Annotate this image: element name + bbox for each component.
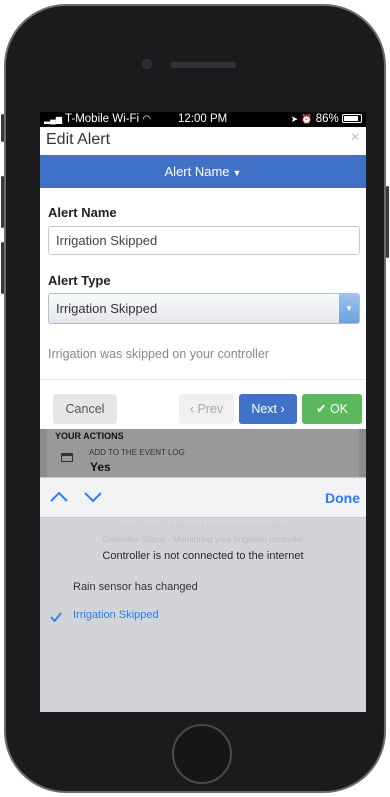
alert-name-input[interactable]: Irrigation Skipped: [48, 226, 360, 255]
alert-name-dropdown[interactable]: Alert Name ▼: [40, 155, 366, 188]
done-button[interactable]: Done: [325, 490, 360, 506]
status-right: ➤ ⏰ 86%: [291, 113, 362, 125]
picker-item-selected[interactable]: Irrigation Skipped: [73, 609, 159, 621]
carrier-indicator: ▂▄▆ T-Mobile Wi-Fi ◠: [44, 113, 151, 125]
mute-switch: [1, 114, 4, 142]
carrier-label: T-Mobile Wi-Fi: [64, 113, 140, 125]
front-camera: [142, 59, 152, 69]
battery-percent: 86%: [315, 113, 339, 125]
select-arrow-icon: ▼: [339, 294, 359, 323]
power-button: [386, 186, 389, 258]
caret-down-icon: ▼: [232, 168, 242, 178]
picker-item[interactable]: Rain sensor has changed: [73, 581, 198, 593]
alert-type-label: Alert Type: [48, 273, 111, 288]
signal-icon: ▂▄▆: [44, 115, 62, 124]
status-bar: ▂▄▆ T-Mobile Wi-Fi ◠ 12:00 PM ➤ ⏰ 86%: [40, 112, 366, 127]
volume-down-button: [1, 242, 4, 294]
home-button[interactable]: [172, 724, 232, 784]
picker-item[interactable]: Controller Status - Monitoring your irri…: [40, 534, 366, 544]
picker-item[interactable]: Controller is not connected to the inter…: [40, 550, 366, 562]
alert-name-dropdown-label: Alert Name: [164, 164, 230, 179]
wifi-icon: ◠: [142, 114, 152, 125]
alert-type-value: Irrigation Skipped: [56, 301, 158, 316]
alert-name-label: Alert Name: [48, 205, 117, 220]
screen: ▂▄▆ T-Mobile Wi-Fi ◠ 12:00 PM ➤ ⏰ 86% Ed…: [40, 112, 366, 712]
alert-description: Irrigation was skipped on your controlle…: [48, 347, 269, 361]
chevron-down-icon[interactable]: [82, 486, 104, 508]
alarm-icon: ⏰: [301, 114, 313, 124]
volume-up-button: [1, 176, 4, 228]
actions-title: YOUR ACTIONS: [55, 431, 124, 441]
actions-card: YOUR ACTIONS ADD TO THE EVENT LOG Yes: [47, 429, 359, 477]
event-log-label: ADD TO THE EVENT LOG: [89, 448, 185, 457]
picker-item[interactable]: Flow Sensor - Abnormal Flow on your cont…: [40, 522, 366, 531]
status-time: 12:00 PM: [178, 113, 228, 125]
checkmark-icon: [50, 612, 62, 623]
close-icon[interactable]: ×: [351, 129, 360, 147]
prev-button[interactable]: ‹ Prev: [179, 394, 234, 424]
earpiece-speaker: [170, 62, 236, 68]
ok-button[interactable]: ✔ OK: [302, 394, 362, 424]
edit-alert-modal: Edit Alert × Alert Name ▼ Alert Name Irri…: [40, 127, 366, 429]
modal-footer: Cancel ‹ Prev Next › ✔ OK: [40, 379, 366, 429]
battery-icon: [342, 114, 362, 123]
alert-type-select[interactable]: Irrigation Skipped ▼: [48, 293, 360, 324]
event-log-value: Yes: [90, 460, 111, 474]
actions-section: YOUR ACTIONS ADD TO THE EVENT LOG Yes: [40, 429, 366, 477]
cancel-button[interactable]: Cancel: [53, 394, 117, 424]
keyboard-toolbar: Done: [40, 477, 366, 518]
chevron-up-icon[interactable]: [48, 486, 70, 508]
next-button[interactable]: Next ›: [239, 394, 297, 424]
modal-title: Edit Alert: [46, 131, 111, 148]
phone-frame: ▂▄▆ T-Mobile Wi-Fi ◠ 12:00 PM ➤ ⏰ 86% Ed…: [1, 4, 389, 793]
checkmark-icon: ✔: [315, 402, 327, 416]
alert-type-picker[interactable]: Flow Sensor - Abnormal Flow on your cont…: [40, 518, 366, 712]
ok-label: OK: [329, 402, 349, 416]
location-icon: ➤: [290, 114, 299, 124]
event-log-icon: [61, 453, 73, 462]
